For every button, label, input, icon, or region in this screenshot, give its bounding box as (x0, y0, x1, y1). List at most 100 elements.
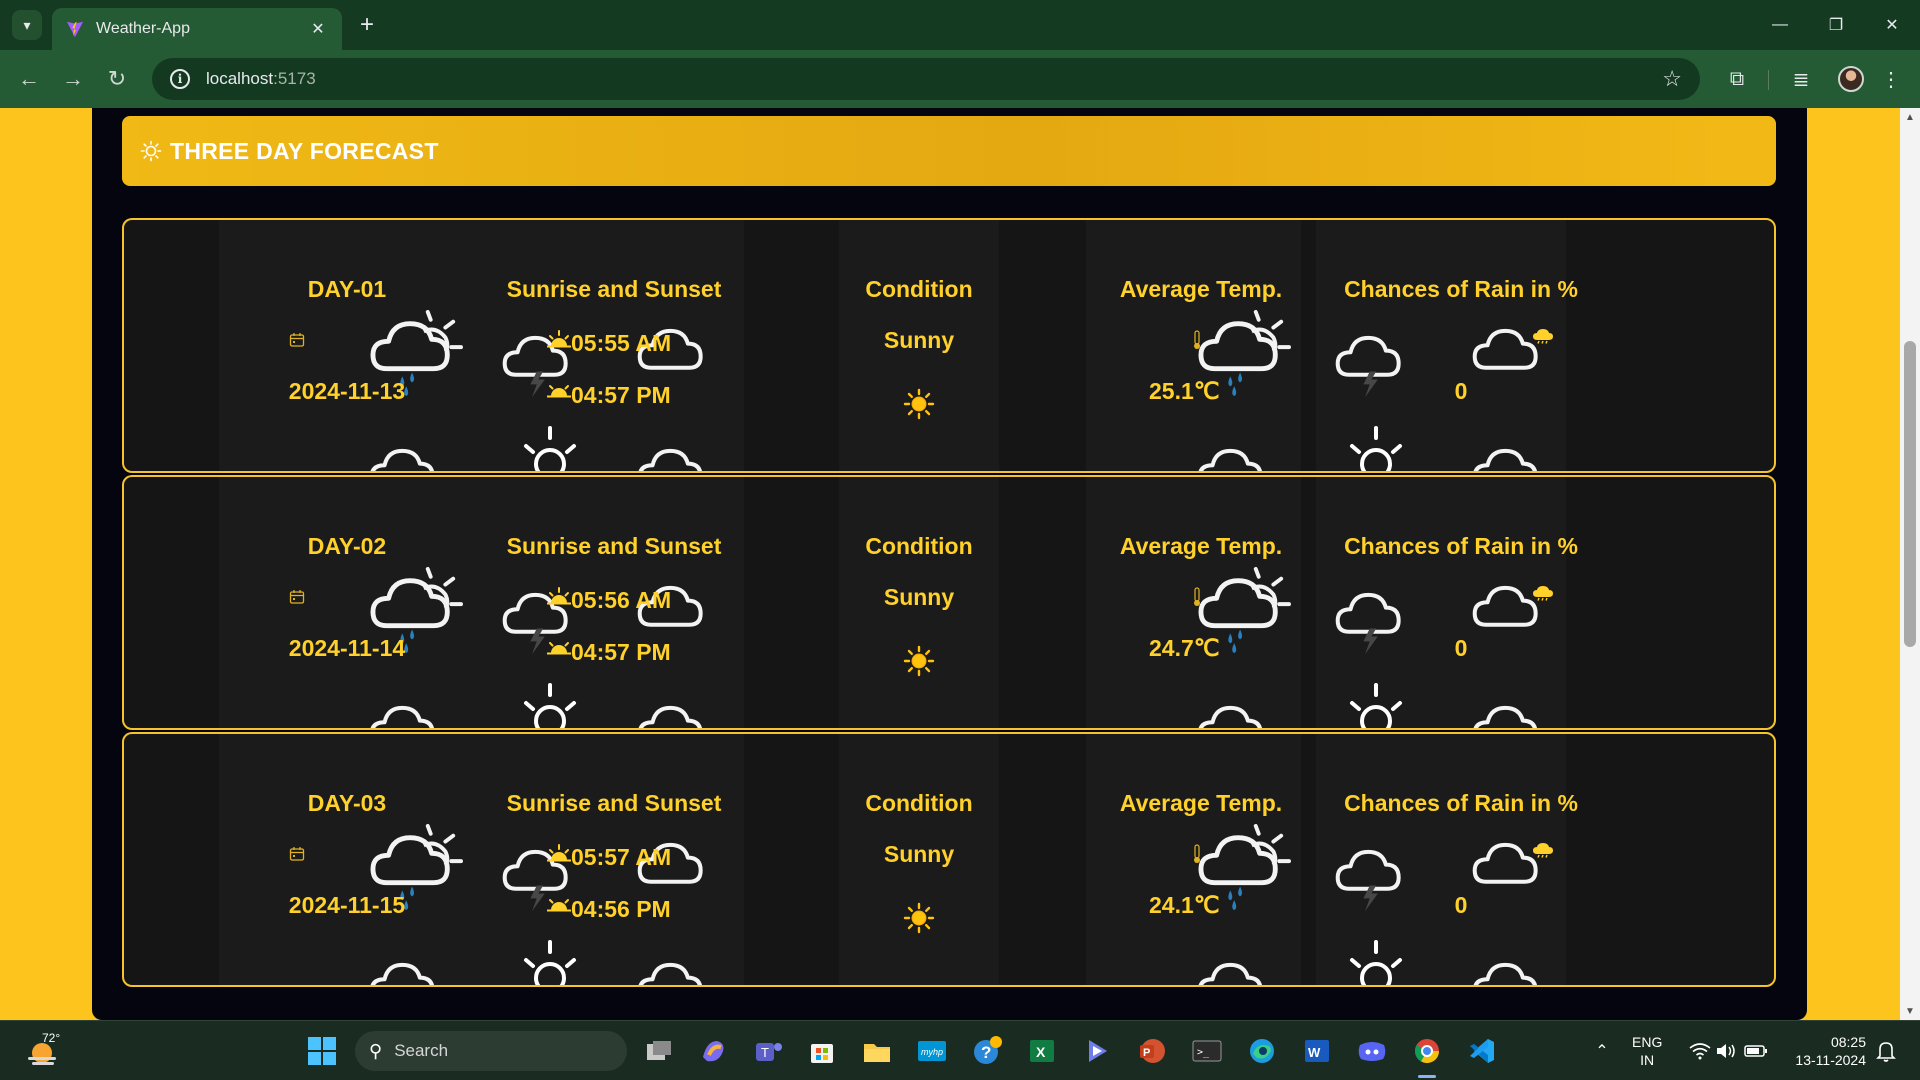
reload-icon[interactable]: ↻ (102, 64, 132, 94)
back-arrow-icon[interactable]: ← (14, 64, 44, 94)
excel-icon[interactable]: X (1024, 1033, 1060, 1069)
teams-icon[interactable]: T (750, 1033, 786, 1069)
page-scrollbar[interactable]: ▲ ▼ (1900, 108, 1920, 1020)
rain-cloud-icon (1533, 586, 1553, 601)
bookmark-star-icon[interactable]: ☆ (1662, 66, 1682, 92)
avg-temp-value: 25.1℃ (1149, 378, 1220, 404)
get-help-icon[interactable]: ? (969, 1033, 1005, 1069)
vscode-icon[interactable] (1464, 1033, 1500, 1069)
condition-value: Sunny (883, 584, 955, 610)
condition-title: Condition (865, 790, 973, 816)
file-explorer-icon[interactable] (859, 1033, 895, 1069)
sunrise-time: 05:57 AM (571, 844, 672, 870)
avg-temp-value: 24.1℃ (1149, 892, 1220, 918)
media-player-icon[interactable] (1079, 1033, 1115, 1069)
cloud-outline-icon (1198, 448, 1262, 471)
sun-outline-icon (1350, 426, 1402, 471)
taskbar-search-box[interactable]: ⚲ Search (355, 1031, 627, 1071)
rain-cloud-icon (1533, 843, 1553, 858)
word-icon[interactable]: W (1299, 1033, 1335, 1069)
sunrise-time: 05:55 AM (571, 330, 672, 356)
day-card-3: DAY-03 2024-11-15 Sunrise and Sunset 05:57 … (122, 732, 1776, 987)
address-bar[interactable]: i localhost:5173 ☆ (152, 58, 1700, 100)
svg-text:myhp: myhp (921, 1047, 943, 1057)
thermometer-icon (1194, 844, 1200, 863)
microsoft-store-icon[interactable] (804, 1033, 840, 1069)
myhp-icon[interactable]: myhp (914, 1033, 950, 1069)
cloud-outline-icon (638, 448, 702, 471)
window-controls: — ❐ ✕ (1752, 0, 1920, 50)
site-info-icon[interactable]: i (170, 69, 190, 89)
cloud-outline-icon (638, 705, 702, 728)
avg-temp-title: Average Temp. (1119, 790, 1283, 816)
rain-cloud-icon (1533, 329, 1553, 344)
svg-text:T: T (761, 1045, 769, 1060)
url-host: localhost (206, 69, 274, 88)
cloud-outline-icon (1473, 448, 1537, 471)
windows-taskbar: 72° ⚲ Search T myhp ? X P >_ W ⌃ ENG IN … (0, 1020, 1920, 1080)
avg-temp-value: 24.7℃ (1149, 635, 1220, 661)
tab-close-icon[interactable]: ✕ (308, 19, 328, 39)
sun-outline-icon (524, 426, 576, 471)
day-card-2: DAY-02 2024-11-14 Sunrise and Sunset 05:56 … (122, 475, 1776, 730)
profile-avatar[interactable] (1838, 66, 1864, 92)
browser-toolbar: ← → ↻ i localhost:5173 ☆ ⧉ ≣ ⋮ (0, 50, 1920, 108)
day-label: DAY-01 (307, 276, 387, 302)
menu-kebab-icon[interactable]: ⋮ (1876, 64, 1906, 94)
clock-time: 08:25 (1830, 1034, 1866, 1050)
new-tab-plus-icon[interactable]: + (352, 10, 382, 40)
forward-arrow-icon[interactable]: → (58, 64, 88, 94)
vite-logo-icon (66, 21, 84, 38)
start-windows-icon[interactable] (304, 1033, 340, 1069)
copilot-icon[interactable] (695, 1033, 731, 1069)
scroll-up-arrow-icon[interactable]: ▲ (1900, 108, 1920, 126)
notification-bell-icon[interactable] (1868, 1033, 1904, 1069)
sunrise-sunset-title: Sunrise and Sunset (506, 276, 722, 302)
rain-chance-title: Chances of Rain in % (1344, 276, 1578, 302)
sunrise-sunset-title: Sunrise and Sunset (506, 533, 722, 559)
day-label: DAY-02 (307, 533, 387, 559)
rain-chance-value: 0 (1454, 892, 1468, 918)
task-view-icon[interactable] (641, 1033, 677, 1069)
calendar-icon (289, 847, 305, 861)
sunset-time: 04:57 PM (571, 382, 671, 408)
tab-title: Weather-App (96, 20, 190, 37)
system-clock[interactable]: 08:25 13-11-2024 (1786, 1033, 1866, 1069)
chrome-active-indicator (1418, 1075, 1436, 1078)
rain-chance-value: 0 (1454, 635, 1468, 661)
cloud-outline-icon (370, 705, 434, 728)
battery-icon[interactable] (1738, 1033, 1774, 1069)
media-queue-icon[interactable]: ≣ (1786, 64, 1816, 94)
lang-line-2: IN (1640, 1052, 1655, 1068)
sun-outline-icon (1350, 683, 1402, 728)
cloud-outline-icon (370, 962, 434, 985)
tab-search-chevron-icon[interactable]: ▾ (12, 10, 42, 40)
discord-icon[interactable] (1354, 1033, 1390, 1069)
sunrise-sunset-title: Sunrise and Sunset (506, 790, 722, 816)
sun-outline-icon (524, 940, 576, 985)
sunny-icon (903, 388, 935, 420)
input-language[interactable]: ENG IN (1632, 1033, 1662, 1069)
sunny-icon (903, 902, 935, 934)
browser-tabstrip: ▾ Weather-App ✕ + — ❐ ✕ (0, 0, 1920, 50)
restore-icon[interactable]: ❐ (1808, 0, 1864, 50)
weather-temp: 72° (42, 1031, 61, 1045)
day-card-1: DAY-01 2024-11-13 Sunrise and Sunset 05:55 … (122, 218, 1776, 473)
condition-value: Sunny (883, 327, 955, 353)
chrome-icon[interactable] (1409, 1033, 1445, 1069)
tray-chevron-up-icon[interactable]: ⌃ (1584, 1033, 1620, 1069)
terminal-icon[interactable]: >_ (1189, 1033, 1225, 1069)
scroll-thumb[interactable] (1904, 341, 1916, 647)
scroll-down-arrow-icon[interactable]: ▼ (1900, 1002, 1920, 1020)
powerpoint-icon[interactable]: P (1134, 1033, 1170, 1069)
browser-tab-weather-app[interactable]: Weather-App ✕ (52, 8, 342, 50)
day-date: 2024-11-15 (288, 892, 406, 918)
close-window-icon[interactable]: ✕ (1864, 0, 1920, 50)
cloud-outline-icon (370, 448, 434, 471)
sun-weather-icon (140, 140, 162, 162)
minimize-icon[interactable]: — (1752, 0, 1808, 50)
lang-line-1: ENG (1632, 1034, 1663, 1050)
day-label: DAY-03 (307, 790, 387, 816)
extensions-puzzle-icon[interactable]: ⧉ (1722, 64, 1752, 94)
edge-icon[interactable] (1244, 1033, 1280, 1069)
